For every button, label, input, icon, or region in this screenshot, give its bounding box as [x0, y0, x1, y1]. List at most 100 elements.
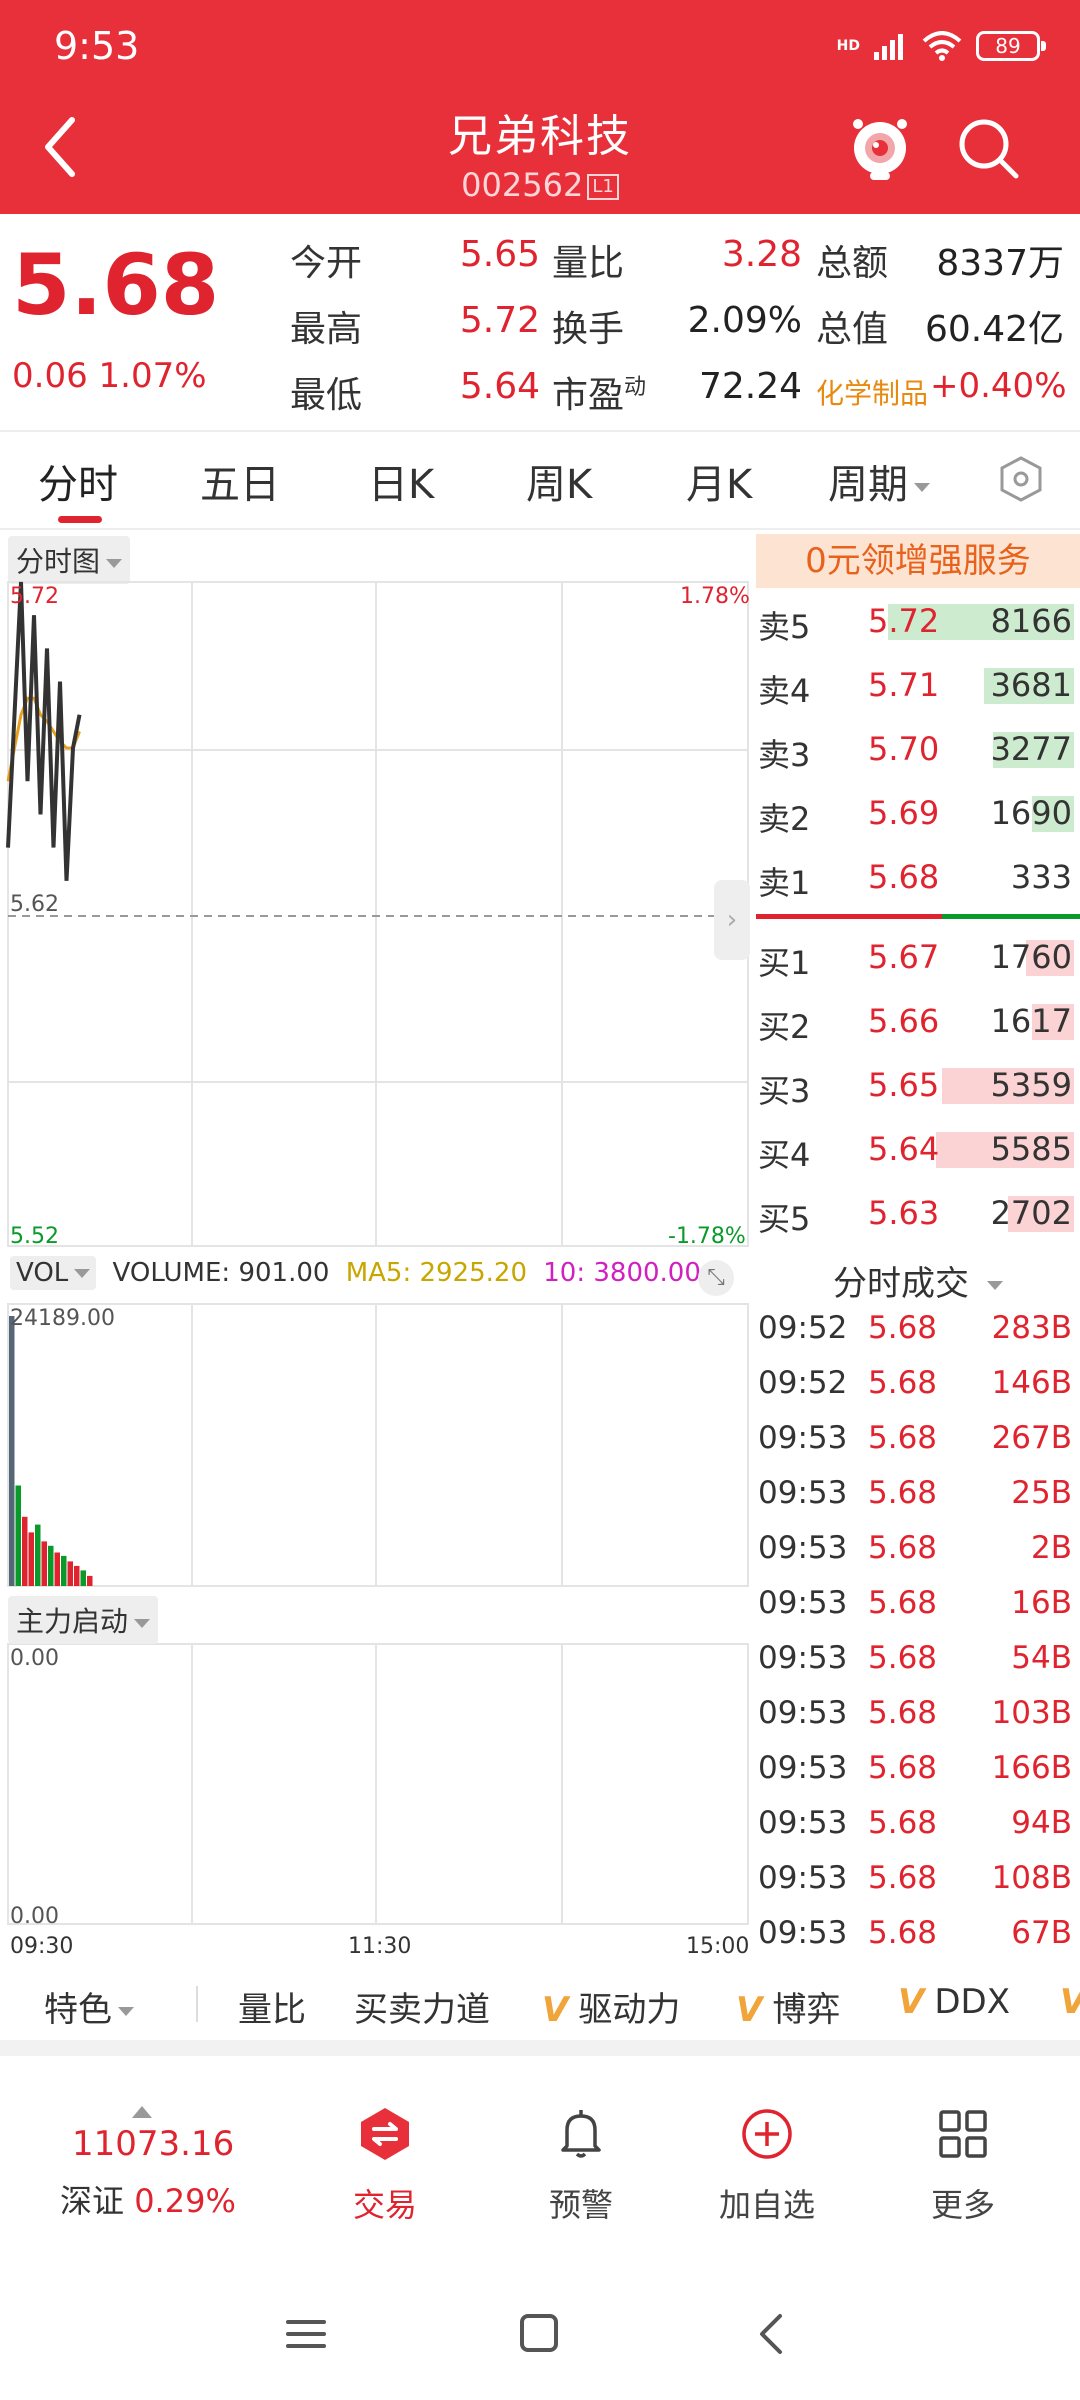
tick-price: 5.68 — [868, 1860, 938, 1896]
order-volume: 5585 — [990, 1130, 1072, 1168]
price-low-label: 5.52 — [10, 1224, 59, 1249]
time-axis-mid: 11:30 — [348, 1934, 412, 1959]
fullscreen-icon[interactable]: ⤡ — [698, 1260, 734, 1296]
menu-icon[interactable] — [286, 2314, 326, 2354]
tick-volume: 283B — [991, 1310, 1072, 1346]
tick-row: 09:53 5.68 54B — [756, 1632, 1080, 1687]
nav-more[interactable]: 更多 — [888, 2106, 1038, 2226]
order-price: 5.64 — [868, 1130, 940, 1168]
tick-time: 09:53 — [758, 1420, 848, 1456]
order-level-label: 买4 — [758, 1136, 811, 1174]
tick-time: 09:52 — [758, 1365, 848, 1401]
bid-row[interactable]: 买2 5.66 1617 — [756, 988, 1080, 1052]
search-icon[interactable] — [956, 116, 1020, 180]
wifi-icon — [922, 31, 962, 61]
indicator-game[interactable]: V 博弈 — [736, 1982, 840, 2031]
ask-row[interactable]: 卖2 5.69 1690 — [756, 780, 1080, 844]
tick-time: 09:53 — [758, 1695, 848, 1731]
price-high-label: 5.72 — [10, 584, 59, 609]
price-lines — [6, 581, 82, 881]
sector-change[interactable]: +0.40% — [930, 366, 1067, 406]
tab-weekly-k[interactable]: 周K — [526, 452, 592, 510]
index-change: 0.29% — [134, 2182, 236, 2220]
current-price: 5.68 — [12, 236, 220, 334]
stock-code: 002562 — [461, 166, 584, 204]
main-force-label: 主力启动 — [16, 1605, 129, 1638]
ticks-title[interactable]: 分时成交 — [756, 1256, 1080, 1305]
ask-row[interactable]: 卖3 5.70 3277 — [756, 716, 1080, 780]
order-level-label: 卖4 — [758, 672, 811, 710]
market-cap-value: 60.42亿 — [924, 309, 1064, 350]
tick-time: 09:52 — [758, 1310, 848, 1346]
bid-row[interactable]: 买4 5.64 5585 — [756, 1116, 1080, 1180]
bid-row[interactable]: 买5 5.63 2702 — [756, 1180, 1080, 1244]
indicator-special[interactable]: 特色 — [44, 1982, 134, 2031]
index-name: 深证 — [60, 2182, 125, 2220]
nav-add-watchlist[interactable]: 加自选 — [692, 2106, 842, 2226]
nav-add-watchlist-label: 加自选 — [718, 2186, 815, 2224]
tick-volume: 108B — [991, 1860, 1072, 1896]
high-value: 5.72 — [459, 300, 540, 341]
order-price: 5.69 — [868, 794, 940, 832]
tick-volume: 2B — [1031, 1530, 1072, 1566]
settings-hexagon-icon[interactable] — [996, 454, 1046, 504]
tick-volume: 54B — [1011, 1640, 1072, 1676]
indicator-volume-ratio[interactable]: 量比 — [238, 1982, 306, 2031]
indicator-driving-force[interactable]: V 驱动力 — [542, 1982, 680, 2031]
tick-row: 09:53 5.68 94B — [756, 1797, 1080, 1852]
tick-time: 09:53 — [758, 1915, 848, 1951]
ask-row[interactable]: 卖1 5.68 333 — [756, 844, 1080, 908]
trade-icon — [361, 2108, 409, 2160]
index-value[interactable]: 11073.16 — [72, 2124, 234, 2164]
grid-icon — [939, 2110, 987, 2158]
back-button[interactable] — [40, 112, 80, 182]
divider — [0, 430, 1080, 432]
tab-monthly-k[interactable]: 月K — [686, 452, 752, 510]
pct-low-label: -1.78% — [668, 1224, 746, 1249]
order-price: 5.63 — [868, 1194, 940, 1232]
nav-trade[interactable]: 交易 — [310, 2106, 460, 2226]
status-icons: HD 89 — [837, 28, 1046, 64]
v-icon: V — [542, 1990, 569, 2030]
ask-row[interactable]: 卖5 5.72 8166 — [756, 588, 1080, 652]
order-volume: 5359 — [990, 1066, 1072, 1104]
bid-row[interactable]: 买1 5.67 1760 — [756, 924, 1080, 988]
home-icon[interactable] — [518, 2312, 560, 2354]
promo-banner[interactable]: 0元领增强服务 — [756, 534, 1080, 588]
order-volume: 1760 — [990, 938, 1072, 976]
indicator-bar: 特色 量比 买卖力道 V驱动力 V博弈 VDDX V — [0, 1970, 1080, 2036]
sector-name[interactable]: 化学制品 — [816, 372, 928, 412]
volume-ratio-value: 3.28 — [721, 234, 802, 275]
main-force-grid — [7, 1643, 749, 1925]
intraday-chart-label: 分时图 — [16, 545, 101, 578]
ask-row[interactable]: 卖4 5.71 3681 — [756, 652, 1080, 716]
indicator-ddx[interactable]: V DDX — [898, 1982, 1010, 2022]
price-mid-label: 5.62 — [10, 892, 59, 917]
tick-price: 5.68 — [868, 1640, 938, 1676]
nav-alert[interactable]: 预警 — [506, 2106, 656, 2226]
back-nav-icon[interactable] — [756, 2312, 786, 2356]
caret-down-icon — [981, 1264, 1003, 1304]
market-cap-label: 总值 — [816, 309, 889, 350]
v-icon: V — [1060, 1982, 1080, 2022]
order-price: 5.70 — [868, 730, 940, 768]
main-force-bottom-value: 0.00 — [10, 1904, 59, 1929]
tab-daily-k[interactable]: 日K — [368, 452, 434, 510]
main-force-selector[interactable]: 主力启动 — [8, 1596, 159, 1644]
indicator-buy-sell-force[interactable]: 买卖力道 — [354, 1982, 490, 2031]
assistant-robot-icon[interactable] — [848, 114, 912, 182]
order-volume: 3277 — [990, 730, 1072, 768]
volume-grid — [7, 1303, 749, 1587]
index-info[interactable]: 深证 0.29% — [60, 2176, 236, 2222]
vol-selector[interactable]: VOL — [10, 1256, 97, 1290]
tab-five-day[interactable]: 五日 — [200, 452, 280, 510]
expand-panel-handle[interactable]: › — [714, 880, 750, 960]
tab-intraday[interactable]: 分时 — [38, 452, 118, 510]
tick-time: 09:53 — [758, 1860, 848, 1896]
bid-row[interactable]: 买3 5.65 5359 — [756, 1052, 1080, 1116]
tick-price: 5.68 — [868, 1805, 938, 1841]
intraday-chart-selector[interactable]: 分时图 — [8, 536, 131, 584]
bell-icon — [561, 2110, 601, 2158]
order-price: 5.71 — [868, 666, 940, 704]
tab-period[interactable]: 周期 — [828, 452, 930, 510]
